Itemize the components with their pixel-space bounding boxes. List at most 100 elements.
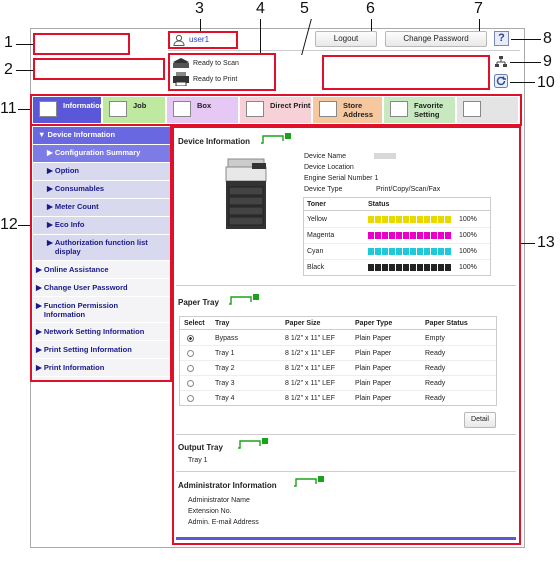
- administrator-field-list: Administrator Name Extension No. Admin. …: [188, 495, 259, 528]
- sidebar-item-device-information[interactable]: ▼ Device Information: [33, 127, 170, 145]
- toner-name: Cyan: [307, 248, 324, 255]
- device-field-label: Device Type: [304, 186, 343, 193]
- callout-leader-13: [521, 243, 535, 244]
- logout-button[interactable]: Logout: [315, 31, 377, 47]
- sidebar-item-configuration-summary[interactable]: ▶ Configuration Summary: [33, 145, 170, 163]
- callout-number-11: 11: [0, 100, 17, 117]
- output-tray-help-icon: [236, 436, 272, 450]
- tray-radio[interactable]: [187, 380, 194, 387]
- status-print-text: Ready to Print: [193, 76, 238, 83]
- toner-table: Toner Status Yellow 100% Magenta 100% Cy…: [303, 197, 491, 276]
- refresh-icon[interactable]: [494, 74, 508, 88]
- tray-status: Ready: [425, 350, 446, 357]
- help-icon[interactable]: ?: [494, 31, 509, 46]
- box-tab-icon: [173, 101, 191, 117]
- sidebar-label: Function Permission Information: [43, 301, 119, 319]
- tab-box[interactable]: Box: [167, 97, 238, 123]
- section-divider: [176, 434, 516, 435]
- admin-field: Extension No.: [188, 508, 232, 515]
- sidebar-label: Online Assistance: [43, 265, 109, 274]
- store-address-tab-icon: [319, 101, 337, 117]
- tray-type: Plain Paper: [355, 350, 392, 357]
- tab-job[interactable]: Job: [103, 97, 165, 123]
- callout-number-5: 5: [300, 0, 309, 17]
- device-field-label: Device Location: [304, 164, 354, 171]
- tab-direct-print[interactable]: Direct Print: [240, 97, 311, 123]
- tray-radio[interactable]: [187, 365, 194, 372]
- device-field-list: Device Name Device Location Engine Seria…: [304, 151, 440, 195]
- tab-job-label: Job: [133, 101, 147, 110]
- tray-size: 8 1/2" x 11" LEF: [285, 335, 335, 342]
- toner-level-bar: [368, 248, 452, 255]
- tray-name: Tray 1: [215, 350, 235, 357]
- tray-radio[interactable]: [187, 335, 194, 342]
- sidebar-item-online-assistance[interactable]: ▶ Online Assistance: [33, 261, 170, 279]
- user-name[interactable]: user1: [189, 35, 209, 44]
- tray-status: Empty: [425, 335, 445, 342]
- toner-percent: 100%: [459, 232, 477, 239]
- direct-print-tab-icon: [246, 101, 264, 117]
- table-row: Tray 2 8 1/2" x 11" LEF Plain Paper Read…: [180, 361, 496, 376]
- device-info-help-icon: [259, 131, 295, 145]
- toner-row: Magenta 100%: [304, 228, 490, 244]
- callout-number-10: 10: [537, 74, 555, 91]
- customize-tab-icon: [463, 101, 481, 117]
- table-row: Tray 1 8 1/2" x 11" LEF Plain Paper Read…: [180, 346, 496, 361]
- tray-type: Plain Paper: [355, 380, 392, 387]
- callout-leader-2: [16, 70, 33, 71]
- sidebar-label: Configuration Summary: [54, 148, 141, 157]
- tab-store-address-label: Store Address: [343, 101, 374, 119]
- sidebar-item-function-permission-information[interactable]: ▶ Function Permission Information: [33, 297, 170, 323]
- change-password-button[interactable]: Change Password: [385, 31, 487, 47]
- tray-header-row: Select Tray Paper Size Paper Type Paper …: [180, 317, 496, 330]
- tray-header: Paper Type: [355, 320, 393, 327]
- tray-radio[interactable]: [187, 395, 194, 402]
- callout-number-8: 8: [543, 30, 552, 47]
- job-tab-icon: [109, 101, 127, 117]
- paper-tray-title: Paper Tray: [178, 298, 219, 307]
- sidebar-item-consumables[interactable]: ▶ Consumables: [33, 181, 170, 199]
- sidebar-item-print-setting-information[interactable]: ▶ Print Setting Information: [33, 341, 170, 359]
- sidebar-item-print-information[interactable]: ▶ Print Information: [33, 359, 170, 377]
- sidebar-label: Print Setting Information: [43, 345, 132, 354]
- paper-tray-help-icon: [227, 292, 263, 306]
- sidebar-item-eco-info[interactable]: ▶ Eco Info: [33, 217, 170, 235]
- tray-name: Tray 4: [215, 395, 235, 402]
- network-icon[interactable]: [494, 55, 508, 69]
- device-field-value: 1: [374, 175, 379, 182]
- callout-number-1: 1: [4, 34, 13, 51]
- tab-customize[interactable]: [457, 97, 518, 123]
- tab-favorite-setting-label: Favorite Setting: [414, 101, 444, 119]
- header-divider: [168, 50, 520, 51]
- sidebar-item-network-setting-information[interactable]: ▶ Network Setting Information: [33, 323, 170, 341]
- tab-favorite-setting[interactable]: Favorite Setting: [384, 97, 455, 123]
- device-field-value: Print/Copy/Scan/Fax: [376, 186, 441, 193]
- callout-leader-1: [16, 44, 33, 45]
- callout-number-4: 4: [256, 0, 265, 17]
- sidebar-item-change-user-password[interactable]: ▶ Change User Password: [33, 279, 170, 297]
- sidebar-item-option[interactable]: ▶ Option: [33, 163, 170, 181]
- tab-information[interactable]: Information: [33, 97, 104, 123]
- callout-leader-10: [510, 82, 535, 83]
- toner-row: Cyan 100%: [304, 244, 490, 260]
- callout-box-2: [33, 58, 165, 80]
- administrator-information-title: Administrator Information: [178, 481, 277, 490]
- toner-row: Black 100%: [304, 260, 490, 276]
- section-divider: [176, 471, 516, 472]
- sidebar-item-meter-count[interactable]: ▶ Meter Count: [33, 199, 170, 217]
- tray-name: Tray 2: [215, 365, 235, 372]
- toner-level-bar: [368, 232, 452, 239]
- device-field-label: Device Name: [304, 153, 347, 160]
- tray-status: Ready: [425, 365, 446, 372]
- sidebar-label: Device Information: [47, 130, 116, 139]
- device-field-row: Device Type Print/Copy/Scan/Fax: [304, 184, 440, 195]
- tray-radio[interactable]: [187, 350, 194, 357]
- callout-number-2: 2: [4, 61, 13, 78]
- toner-header-toner: Toner: [307, 201, 326, 208]
- sidebar-item-authorization-function-list[interactable]: ▶ Authorization function list display: [33, 235, 170, 261]
- tab-store-address[interactable]: Store Address: [313, 97, 382, 123]
- table-row: Tray 3 8 1/2" x 11" LEF Plain Paper Read…: [180, 376, 496, 391]
- device-image: [222, 157, 272, 233]
- detail-button[interactable]: Detail: [464, 412, 496, 428]
- toner-percent: 100%: [459, 264, 477, 271]
